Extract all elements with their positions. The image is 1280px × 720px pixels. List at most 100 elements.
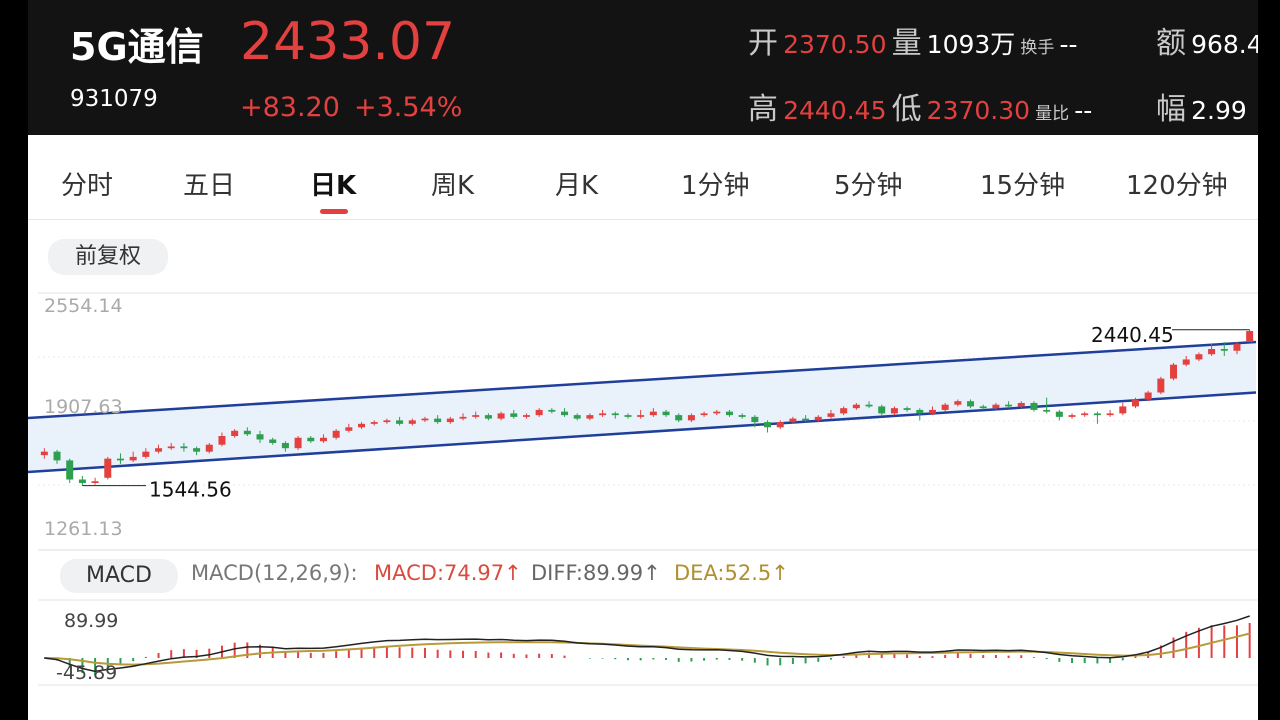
candle-body xyxy=(510,413,518,417)
kline-chart[interactable]: 2554.14 1907.63 1261.13 2440.45 1544.56 89.99… xyxy=(28,135,1258,720)
macd-value-label: MACD:74.97↑ xyxy=(374,561,522,585)
candle-body xyxy=(738,415,746,417)
candle-body xyxy=(319,437,327,442)
diff-line xyxy=(44,615,1250,673)
quote-header: 5G通信 931079 2433.07 +83.20 +3.54% 开 2370… xyxy=(28,0,1258,135)
candle-body xyxy=(142,451,150,457)
macd-tick-low: -45.89 xyxy=(56,662,117,684)
candle-body xyxy=(1055,411,1063,417)
candle-body xyxy=(1017,402,1025,407)
candle-body xyxy=(1119,406,1127,414)
candle-body xyxy=(852,404,860,409)
candle-body xyxy=(535,409,543,416)
candle-body xyxy=(713,411,721,414)
candle-body xyxy=(865,404,873,407)
candle-body xyxy=(53,451,61,461)
candle-body xyxy=(155,448,163,452)
volume-value: 1093万 xyxy=(926,30,1016,59)
diff-up-arrow: ↑ xyxy=(643,561,661,585)
turnover-label: 换手 xyxy=(1020,38,1055,58)
candle-body xyxy=(725,411,733,416)
candle-body xyxy=(408,420,416,424)
diff-value-label: DIFF:89.99↑ xyxy=(531,561,661,585)
candle-body xyxy=(243,430,251,435)
candle-body xyxy=(1157,378,1165,393)
candle-body xyxy=(1170,364,1178,379)
max-price-label: 2440.45 xyxy=(1091,323,1174,347)
candle-body xyxy=(967,401,975,407)
candle-body xyxy=(383,420,391,423)
low-label: 低 xyxy=(891,92,922,127)
candle-body xyxy=(218,436,226,445)
candle-body xyxy=(332,430,340,438)
candle-body xyxy=(1246,331,1254,342)
candle-body xyxy=(421,418,429,421)
dea-up-arrow: ↑ xyxy=(771,561,789,585)
candle-body xyxy=(66,460,74,480)
last-price: 2433.07 xyxy=(240,12,456,72)
candle-body xyxy=(358,423,366,428)
candle-body xyxy=(649,411,657,416)
candle-body xyxy=(1106,413,1114,416)
macd-button[interactable]: MACD xyxy=(60,559,178,593)
candle-body xyxy=(890,408,898,414)
candle-body xyxy=(231,430,239,437)
vol-ratio-label: 量比 xyxy=(1035,104,1070,124)
candle-body xyxy=(1195,354,1203,360)
candle-body xyxy=(1220,349,1228,351)
macd-tick-high: 89.99 xyxy=(64,610,118,632)
amount-group: 额 968.4 xyxy=(1156,18,1258,62)
candle-body xyxy=(1208,349,1216,355)
candle-body xyxy=(992,404,1000,409)
candle-body xyxy=(1182,359,1190,365)
macd-params: MACD(12,26,9): xyxy=(191,561,358,585)
candle-body xyxy=(1081,413,1089,416)
candle-body xyxy=(91,481,99,483)
diff-value: DIFF:89.99 xyxy=(531,561,644,585)
candle-body xyxy=(459,416,467,419)
candle-body xyxy=(484,415,492,419)
candle-body xyxy=(345,427,353,431)
amount-value: 968.4 xyxy=(1191,30,1258,59)
candle-body xyxy=(675,415,683,421)
chart-panel: 分时 五日 日K 周K 月K 1分钟 5分钟 15分钟 120分钟 前复权 25… xyxy=(28,135,1258,720)
candle-body xyxy=(751,416,759,423)
min-price-label: 1544.56 xyxy=(149,478,232,502)
dea-value: DEA:52.5 xyxy=(674,561,772,585)
candle-body xyxy=(928,409,936,414)
price-tick-label: 1261.13 xyxy=(44,518,123,540)
candle-body xyxy=(281,442,289,449)
candle-body xyxy=(446,418,454,423)
candle-body xyxy=(104,458,112,478)
candle-body xyxy=(1233,343,1241,351)
candle-body xyxy=(954,401,962,405)
candle-body xyxy=(180,446,188,449)
dea-line xyxy=(44,632,1250,666)
candle-body xyxy=(764,422,772,428)
candle-body xyxy=(116,458,124,461)
candle-body xyxy=(1093,413,1101,416)
candle-body xyxy=(827,413,835,417)
candle-body xyxy=(294,437,302,449)
stock-code: 931079 xyxy=(70,86,158,112)
vol-ratio-value: -- xyxy=(1074,96,1093,125)
left-frame xyxy=(0,0,28,720)
candle-body xyxy=(1005,404,1013,407)
candle-body xyxy=(573,415,581,419)
candle-body xyxy=(700,413,708,416)
low-value: 2370.30 xyxy=(926,96,1031,125)
candle-body xyxy=(561,411,569,416)
candle-body xyxy=(78,479,86,483)
stock-name: 5G通信 xyxy=(70,25,204,69)
turnover-value: -- xyxy=(1059,30,1078,59)
candle-body xyxy=(903,408,911,410)
candle-body xyxy=(548,409,556,412)
candle-body xyxy=(472,415,480,417)
candle-body xyxy=(40,451,48,456)
candle-body xyxy=(599,413,607,416)
high-label: 高 xyxy=(748,92,778,127)
amount-label: 额 xyxy=(1156,26,1186,61)
price-change: +83.20 xyxy=(240,92,340,123)
stat-row-2: 高 2440.45 低 2370.30 量比 -- xyxy=(748,84,1092,128)
candle-body xyxy=(611,413,619,416)
